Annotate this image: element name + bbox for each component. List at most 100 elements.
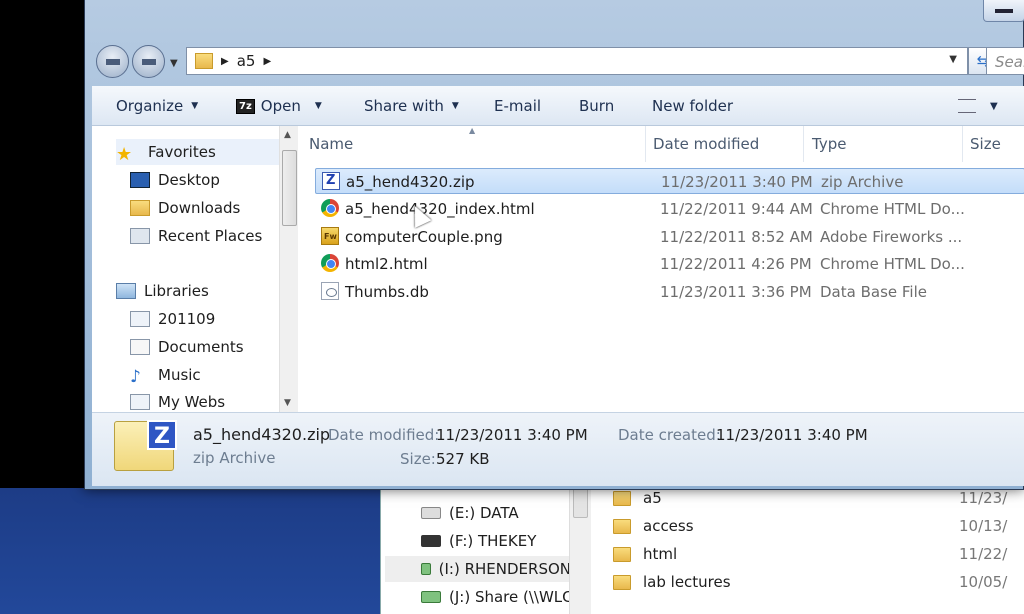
details-pane: Z a5_hend4320.zip zip Archive Date modif… <box>92 412 1024 486</box>
nav-libraries[interactable]: Libraries <box>116 278 209 304</box>
file-type: Chrome HTML Do... <box>820 200 965 218</box>
scroll-down-icon[interactable]: ▼ <box>284 398 291 408</box>
column-divider[interactable] <box>803 126 804 162</box>
scroll-up-icon[interactable]: ▲ <box>284 130 291 140</box>
drive-i[interactable]: (I:) RHENDERSON <box>385 556 571 582</box>
column-date-modified[interactable]: Date modified <box>653 135 759 153</box>
desktop-background-blue <box>0 488 380 614</box>
forward-button[interactable] <box>132 45 165 78</box>
file-row[interactable]: html2.html 11/22/2011 4:26 PM Chrome HTM… <box>315 251 1024 277</box>
view-dropdown-icon[interactable]: ▼ <box>990 86 998 126</box>
open-label: Open <box>260 97 301 115</box>
burn-button[interactable]: Burn <box>579 86 614 126</box>
close-button[interactable] <box>983 0 1024 22</box>
email-label: E-mail <box>494 97 542 115</box>
address-dropdown-icon[interactable]: ▼ <box>949 54 957 65</box>
file-type: Adobe Fireworks ... <box>820 228 963 246</box>
file-name: Thumbs.db <box>345 283 429 301</box>
explorer-window[interactable]: ▼ ▶ a5 ▶ ▼ ⇆ Sear Organize▼ 7z Open▼ Sha… <box>84 0 1024 490</box>
column-type[interactable]: Type <box>812 135 846 153</box>
file-type: zip Archive <box>821 173 904 191</box>
file-row[interactable]: computerCouple.png 11/22/2011 8:52 AM Ad… <box>315 224 1024 250</box>
drive-e[interactable]: (E:) DATA <box>421 500 519 526</box>
folder-row[interactable]: html 11/22/ <box>613 540 1024 568</box>
nav-favorites[interactable]: ★ Favorites <box>116 139 279 165</box>
nav-downloads[interactable]: Downloads <box>130 195 240 221</box>
open-button[interactable]: 7z Open ▼ <box>236 86 322 126</box>
zip-archive-large-icon: Z <box>114 420 177 471</box>
column-divider[interactable] <box>645 126 646 162</box>
nav-recent-places-label: Recent Places <box>158 227 263 245</box>
file-name: a5_hend4320_index.html <box>345 200 535 218</box>
network-drive-icon <box>421 591 441 603</box>
drive-f[interactable]: (F:) THEKEY <box>421 528 536 554</box>
background-nav-pane: (E:) DATA (F:) THEKEY (I:) RHENDERSON (J… <box>381 488 591 614</box>
organize-button[interactable]: Organize ▼ <box>116 86 198 126</box>
nav-scrollbar[interactable]: ▲ ▼ <box>279 126 298 412</box>
chevron-down-icon: ▼ <box>191 101 199 111</box>
chevron-down-icon: ▼ <box>451 101 459 111</box>
details-filetype: zip Archive <box>193 449 276 467</box>
folder-name: lab lectures <box>643 573 731 591</box>
library-icon <box>130 394 150 410</box>
nav-libraries-label: Libraries <box>144 282 209 300</box>
documents-icon <box>130 339 150 355</box>
content-area: ★ Favorites Desktop Downloads Recent Pla… <box>92 126 1024 412</box>
recent-pages-dropdown[interactable]: ▼ <box>170 58 178 69</box>
file-row[interactable]: Thumbs.db 11/23/2011 3:36 PM Data Base F… <box>315 279 1024 305</box>
nav-my-webs-label: My Webs <box>158 393 226 411</box>
details-date-created: 11/23/2011 3:40 PM <box>716 426 868 444</box>
file-name: html2.html <box>345 255 428 273</box>
share-with-button[interactable]: Share with ▼ <box>364 86 459 126</box>
folder-name: html <box>643 545 678 563</box>
navigation-pane: ★ Favorites Desktop Downloads Recent Pla… <box>92 126 279 412</box>
folder-name: access <box>643 517 694 535</box>
folder-date: 10/13/ <box>959 517 1008 535</box>
file-date: 11/22/2011 9:44 AM <box>660 200 813 218</box>
breadcrumb-chevron-icon[interactable]: ▶ <box>221 56 229 67</box>
nav-documents[interactable]: Documents <box>130 334 244 360</box>
breadcrumb-a5[interactable]: a5 <box>237 52 256 70</box>
desktop-icon <box>130 172 150 188</box>
search-input[interactable]: Sear <box>986 47 1024 75</box>
details-size-label: Size: <box>400 450 436 468</box>
folder-row[interactable]: access 10/13/ <box>613 512 1024 540</box>
music-icon: ♪ <box>130 367 141 387</box>
column-size[interactable]: Size <box>970 135 1001 153</box>
organize-label: Organize <box>116 97 184 115</box>
file-date: 11/22/2011 8:52 AM <box>660 228 813 246</box>
details-date-modified-label: Date modified: <box>328 426 440 444</box>
folder-date: 11/23/ <box>959 489 1008 507</box>
change-view-icon[interactable] <box>958 99 976 113</box>
nav-desktop[interactable]: Desktop <box>130 167 220 193</box>
background-nav-scrollbar[interactable] <box>569 488 591 614</box>
column-name[interactable]: Name <box>309 135 353 153</box>
details-date-modified: 11/23/2011 3:40 PM <box>436 426 588 444</box>
chrome-icon <box>321 199 339 217</box>
nav-library-201109[interactable]: 201109 <box>130 306 215 332</box>
share-with-label: Share with <box>364 97 444 115</box>
nav-music[interactable]: ♪ Music <box>130 362 201 388</box>
folder-date: 11/22/ <box>959 545 1008 563</box>
back-button[interactable] <box>96 45 129 78</box>
folder-icon <box>613 546 631 562</box>
scrollbar-thumb[interactable] <box>573 488 588 518</box>
details-filename: a5_hend4320.zip <box>193 425 331 444</box>
file-name: a5_hend4320.zip <box>346 173 475 191</box>
nav-recent-places[interactable]: Recent Places <box>130 223 262 249</box>
arrow-right-icon <box>142 59 156 65</box>
column-divider[interactable] <box>962 126 963 162</box>
nav-favorites-label: Favorites <box>148 143 216 161</box>
folder-row[interactable]: lab lectures 10/05/ <box>613 568 1024 596</box>
new-folder-button[interactable]: New folder <box>652 86 733 126</box>
command-bar: Organize ▼ 7z Open ▼ Share with ▼ E-mail Bu… <box>92 86 1024 126</box>
file-row[interactable]: a5_hend4320.zip 11/23/2011 3:40 PM zip A… <box>315 168 1024 194</box>
breadcrumb-chevron-icon[interactable]: ▶ <box>263 56 271 67</box>
details-date-created-label: Date created: <box>618 426 721 444</box>
scrollbar-thumb[interactable] <box>282 150 297 226</box>
email-button[interactable]: E-mail <box>494 86 541 126</box>
drive-j[interactable]: (J:) Share (\\WLC <box>421 584 573 610</box>
background-explorer-window[interactable]: (E:) DATA (F:) THEKEY (I:) RHENDERSON (J… <box>380 488 1024 614</box>
recent-places-icon <box>130 228 150 244</box>
address-bar[interactable]: ▶ a5 ▶ ▼ <box>186 47 968 75</box>
